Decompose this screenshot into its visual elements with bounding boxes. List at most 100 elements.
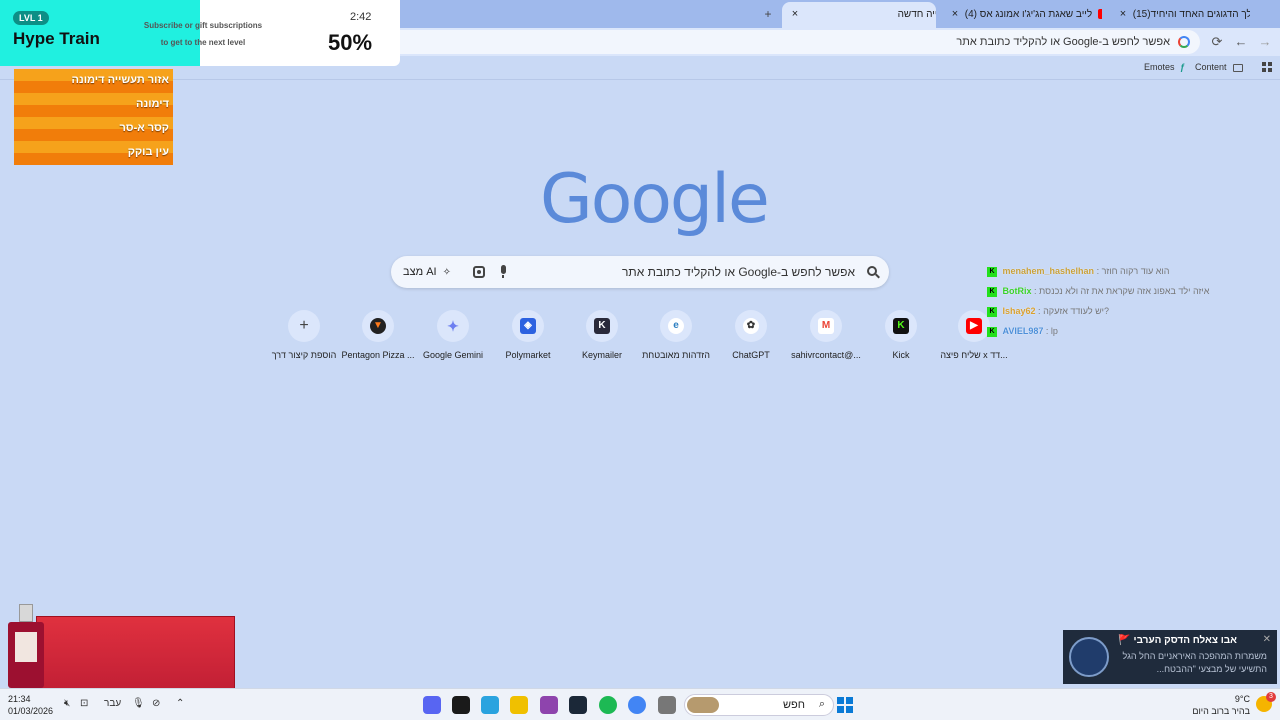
tab-label: (15)סלך הדגוגים האחד והיחיד: [1132, 9, 1250, 20]
notification-title: אבו צאלח הדסק הערבי 🚩: [1118, 635, 1237, 646]
google-icon: [1178, 36, 1190, 48]
youtube-icon: [1097, 9, 1102, 20]
chat-text: הוא עוד רקוה חוזר: [1101, 266, 1170, 276]
chat-username: BotRix: [1002, 286, 1032, 296]
ad-banner: [36, 616, 235, 690]
location-item: אזור תעשייה דימונה: [14, 69, 173, 93]
kick-badge-icon: K: [987, 326, 997, 337]
address-bar[interactable]: אפשר לחפש ב-Google או להקליד כתובת אתר: [380, 30, 1200, 54]
location-item: קסר א-סר: [14, 117, 173, 141]
new-tab-button[interactable]: +: [761, 4, 775, 24]
shortcut-tile[interactable]: ✦ Google Gemini: [416, 310, 490, 360]
chevron-up-icon[interactable]: ⌃: [176, 698, 184, 709]
camera-off-icon[interactable]: ⊘: [152, 698, 160, 709]
chat-text: יש לעודד אזעקה?: [1043, 306, 1110, 316]
bookmark-emotes[interactable]: Emotes ƒ: [1144, 56, 1185, 78]
app-icon[interactable]: [540, 696, 558, 714]
location-item: עין בוקק: [14, 141, 173, 165]
hype-train-title: Hype Train: [13, 29, 100, 48]
folder-icon: [1233, 63, 1244, 72]
shortcut-tiles: ▶ שליח פיצה x דד... K Kick M sahivrconta…: [266, 310, 1016, 370]
shortcut-label: Google Gemini: [422, 350, 484, 360]
tab-tiktok[interactable]: × (15)סלך הדגוגים האחד והיחיד: [1110, 4, 1250, 24]
google-lens-icon[interactable]: [473, 266, 485, 278]
microphone-icon[interactable]: [499, 265, 507, 279]
polymarket-icon: ◈: [520, 318, 536, 334]
search-highlight-image: [687, 697, 719, 713]
chat-username: menahem_hashelhan: [1002, 266, 1095, 276]
back-icon[interactable]: ←: [1232, 33, 1250, 51]
shortcut-label: ChatGPT: [732, 350, 770, 360]
gemini-icon: ✦: [447, 318, 459, 334]
chat-text: איזה ילד באפונ אזה שקראת את זה ולא נכנסת: [1039, 286, 1210, 296]
youtube-icon: ▶: [966, 318, 982, 334]
search-icon: ⌕: [818, 698, 825, 710]
toast-notification[interactable]: אבו צאלח הדסק הערבי 🚩 משמרות המהפכה האיר…: [1063, 630, 1277, 684]
tab-new-tab[interactable]: × כרטיסייה חדשה: [782, 2, 936, 28]
keymailer-icon: K: [594, 318, 610, 334]
windows-start-icon[interactable]: [837, 697, 853, 713]
taskbar: 21:34 01/03/2026 🔇︎ ⊡ עבר 🎙︎ ⊘ ⌃ חפש ⌕ 9…: [0, 688, 1280, 720]
chatgpt-icon: ✿: [743, 318, 759, 334]
shortcut-label: Kick: [892, 350, 910, 360]
kick-badge-icon: K: [987, 266, 997, 277]
shortcut-tile[interactable]: e הזדהות מאובטחת: [639, 310, 713, 360]
hype-level-badge: LVL 1: [13, 11, 49, 25]
hype-train-message: Subscribe or gift subscriptions to get t…: [143, 21, 263, 47]
gmail-icon: M: [818, 318, 834, 334]
file-explorer-icon[interactable]: [658, 696, 676, 714]
tab-label: כרטיסייה חדשה: [897, 9, 936, 20]
shortcut-label: Polymarket: [505, 350, 551, 360]
tab-label: (4) לייב שאגת הג'יג'ו אמונג אס: [964, 9, 1093, 20]
secure-login-icon: e: [668, 318, 684, 334]
discord-icon[interactable]: [423, 696, 441, 714]
steam-icon[interactable]: [569, 696, 587, 714]
hype-train-progress: 50%: [328, 30, 373, 55]
chat-message: K menahem_hashelhan : הוא עוד רקוה חוזר: [987, 264, 1277, 284]
shortcut-tile[interactable]: K Kick: [864, 310, 938, 360]
close-icon[interactable]: ×: [788, 2, 802, 26]
app-icon[interactable]: [510, 696, 528, 714]
notification-count-badge: 3: [1266, 692, 1276, 702]
bookmark-content[interactable]: Content: [1195, 56, 1244, 78]
shortcut-tile[interactable]: ◈ Polymarket: [491, 310, 565, 360]
shortcut-tile[interactable]: ✿ ChatGPT: [714, 310, 788, 360]
add-shortcut-button[interactable]: + הוספת קיצור דרך: [267, 310, 341, 360]
google-logo: Google: [540, 160, 770, 239]
apps-grid-icon[interactable]: [1262, 62, 1272, 72]
network-icon[interactable]: ⊡: [80, 698, 88, 709]
kick-icon: K: [893, 318, 909, 334]
chrome-icon[interactable]: [628, 696, 646, 714]
close-icon[interactable]: ×: [948, 4, 962, 24]
taskbar-search[interactable]: חפש ⌕: [684, 694, 834, 716]
tab-youtube-live[interactable]: × (4) לייב שאגת הג'יג'ו אמונג אס: [942, 4, 1102, 24]
telegram-icon[interactable]: [481, 696, 499, 714]
forward-icon[interactable]: →: [1256, 33, 1274, 51]
hype-train-timer: 2:42: [350, 11, 372, 23]
close-icon[interactable]: ×: [1116, 4, 1130, 24]
reload-icon[interactable]: ⟳: [1208, 33, 1226, 51]
kick-badge-icon: K: [987, 306, 997, 317]
app-icon[interactable]: [452, 696, 470, 714]
search-input[interactable]: אפשר לחפש ב-Google או להקליד כתובת אתר: [622, 256, 855, 288]
spotify-icon[interactable]: [599, 696, 617, 714]
taskbar-clock[interactable]: 21:34 01/03/2026: [8, 693, 53, 717]
weather-widget[interactable]: 9°C בהיר ברוב היום: [1192, 693, 1250, 717]
kick-badge-icon: K: [987, 286, 997, 297]
input-language[interactable]: עבר: [104, 698, 121, 709]
shortcut-tile[interactable]: M sahivrcontact@...: [789, 310, 863, 360]
microphone-icon[interactable]: 🎙︎: [132, 698, 145, 709]
chat-message: K AVIEL987 : lp: [987, 324, 1277, 344]
shortcut-tile[interactable]: K Keymailer: [565, 310, 639, 360]
search-icon: [867, 266, 877, 276]
shortcut-label: sahivrcontact@...: [791, 350, 861, 360]
google-search-box[interactable]: אפשר לחפש ב-Google או להקליד כתובת אתר מ…: [391, 256, 889, 288]
sparkle-search-icon: ✧: [442, 267, 452, 278]
ai-mode-button[interactable]: מצב AI ✧: [403, 256, 451, 289]
close-icon[interactable]: ✕: [1263, 634, 1271, 645]
volume-muted-icon[interactable]: 🔇︎: [64, 698, 70, 709]
pizza-icon: ▼: [370, 318, 386, 334]
emotes-icon: ƒ: [1180, 62, 1186, 72]
shortcut-tile[interactable]: ▼ Pentagon Pizza ...: [341, 310, 415, 360]
chat-message: K Ishay62 : יש לעודד אזעקה?: [987, 304, 1277, 324]
